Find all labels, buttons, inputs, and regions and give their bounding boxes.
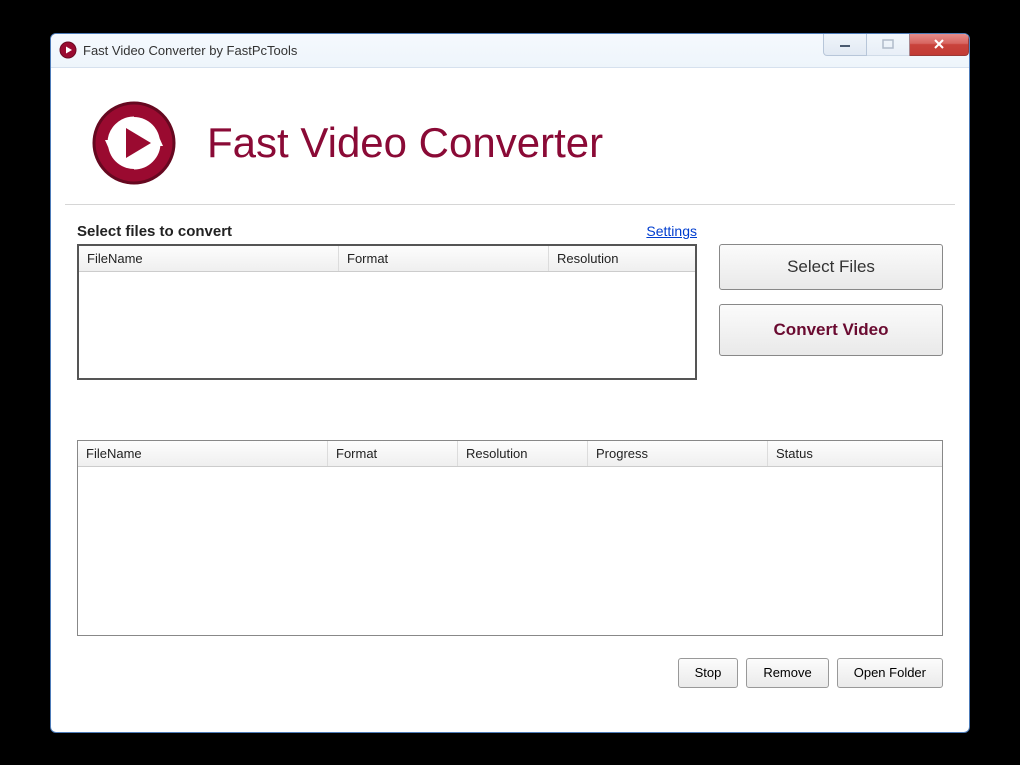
remove-button[interactable]: Remove <box>746 658 828 688</box>
side-buttons: Select Files Convert Video <box>719 244 943 380</box>
col-resolution[interactable]: Resolution <box>549 246 695 271</box>
convert-video-button[interactable]: Convert Video <box>719 304 943 356</box>
col-filename[interactable]: FileName <box>79 246 339 271</box>
window-title: Fast Video Converter by FastPcTools <box>83 43 297 58</box>
open-folder-button[interactable]: Open Folder <box>837 658 943 688</box>
input-file-list[interactable]: FileName Format Resolution <box>77 244 697 380</box>
settings-link[interactable]: Settings <box>646 223 697 239</box>
header-section: Fast Video Converter <box>65 78 955 205</box>
col-out-status[interactable]: Status <box>768 441 942 466</box>
app-icon <box>59 41 77 59</box>
close-button[interactable] <box>909 34 969 56</box>
col-out-progress[interactable]: Progress <box>588 441 768 466</box>
input-table-header: FileName Format Resolution <box>79 246 695 272</box>
app-window: Fast Video Converter by FastPcTools <box>50 33 970 733</box>
minimize-button[interactable] <box>823 34 867 56</box>
window-controls <box>824 34 969 56</box>
maximize-icon <box>882 38 894 50</box>
stop-button[interactable]: Stop <box>678 658 739 688</box>
select-files-button[interactable]: Select Files <box>719 244 943 290</box>
col-out-resolution[interactable]: Resolution <box>458 441 588 466</box>
select-files-label: Select files to convert <box>77 223 232 240</box>
col-format[interactable]: Format <box>339 246 549 271</box>
col-out-format[interactable]: Format <box>328 441 458 466</box>
titlebar[interactable]: Fast Video Converter by FastPcTools <box>51 34 969 68</box>
logo-icon <box>91 100 177 186</box>
output-table-header: FileName Format Resolution Progress Stat… <box>78 441 942 467</box>
maximize-button[interactable] <box>866 34 910 56</box>
col-out-filename[interactable]: FileName <box>78 441 328 466</box>
main-body: Select files to convert Settings FileNam… <box>51 205 969 646</box>
output-file-list[interactable]: FileName Format Resolution Progress Stat… <box>77 440 943 636</box>
minimize-icon <box>839 38 851 50</box>
app-title: Fast Video Converter <box>207 119 603 167</box>
input-section-header: Select files to convert Settings <box>77 223 697 240</box>
close-icon <box>932 37 946 51</box>
bottom-button-bar: Stop Remove Open Folder <box>51 646 969 700</box>
input-row: FileName Format Resolution Select Files … <box>77 244 943 380</box>
content-area: Fast Video Converter Select files to con… <box>51 78 969 700</box>
